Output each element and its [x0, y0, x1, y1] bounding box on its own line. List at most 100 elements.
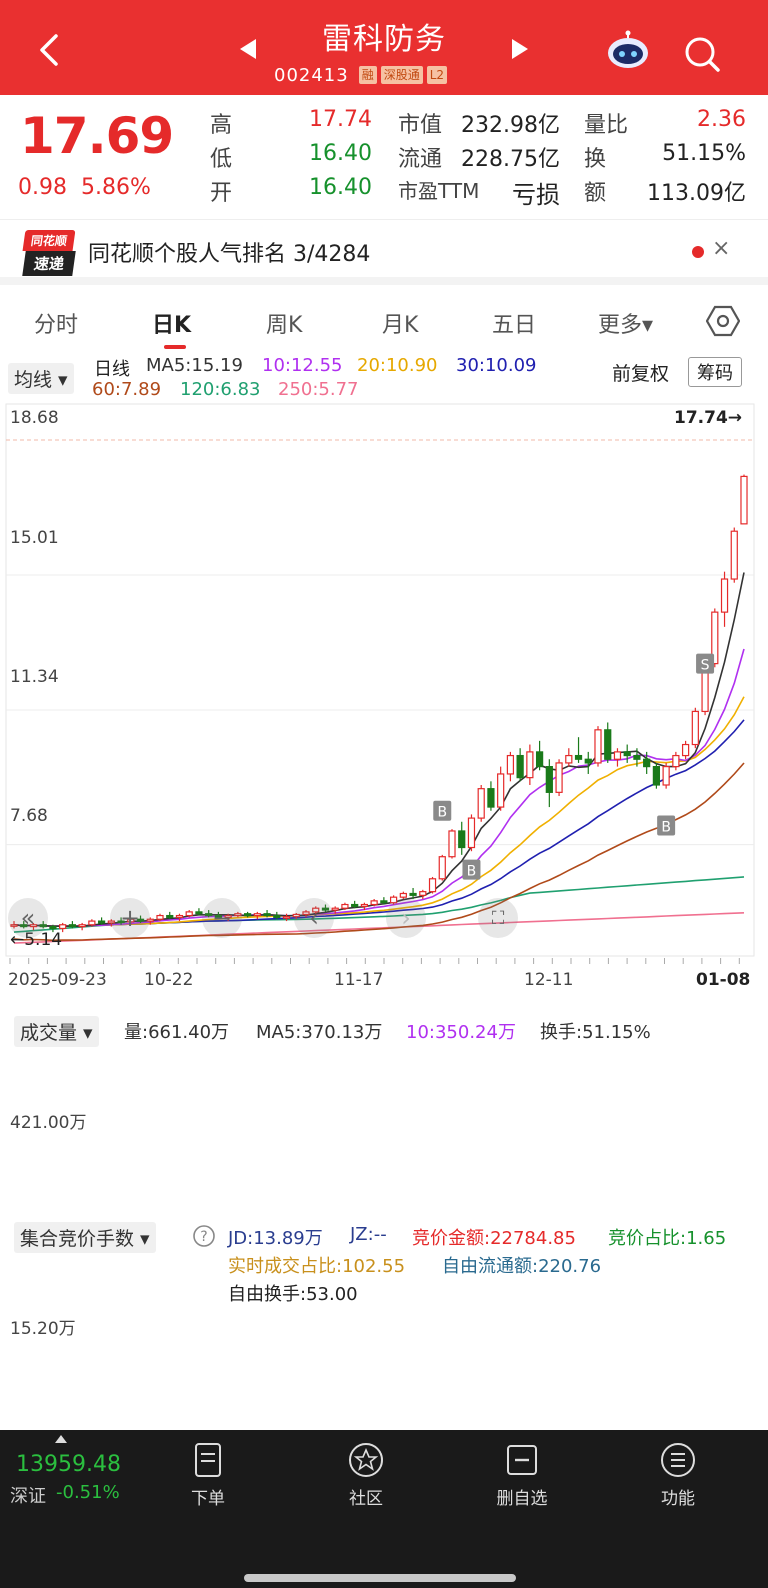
auction-jz: JZ:-- — [350, 1224, 387, 1245]
step-forward-icon[interactable]: › — [386, 898, 426, 938]
candle-body — [574, 754, 583, 760]
signal-marker: B — [657, 815, 676, 836]
tab-daily-k[interactable]: 日K — [152, 307, 191, 339]
auction-indicator-dropdown[interactable]: 集合竞价手数 ▾ — [14, 1222, 156, 1253]
candle-body — [263, 913, 271, 917]
ma5-value: MA5:15.19 — [146, 355, 243, 376]
index-name: 深证 — [10, 1486, 46, 1507]
candle-body — [370, 900, 378, 906]
candle-body — [166, 914, 174, 919]
candle-body — [720, 578, 729, 613]
candle-body — [438, 856, 446, 880]
scroll-left-icon[interactable]: « — [8, 898, 48, 938]
robot-assistant-icon[interactable] — [605, 30, 651, 70]
y-label-2: 15.01 — [10, 528, 59, 548]
low-value: 16.40 — [309, 141, 372, 166]
candle-body — [740, 475, 748, 525]
candle-body — [506, 754, 515, 775]
popularity-rank-banner[interactable]: 同花顺 速递 同花顺个股人气排名 3/4284 × — [0, 219, 768, 285]
expand-up-icon[interactable] — [54, 1434, 68, 1444]
high-value: 17.74 — [309, 107, 372, 132]
step-back-icon[interactable]: ‹ — [294, 898, 334, 938]
nav-order-label: 下单 — [191, 1489, 225, 1509]
turnover-value: 51.15% — [662, 141, 746, 166]
adjust-mode[interactable]: 前复权 — [612, 359, 669, 386]
x-label-4: 01-08 — [696, 970, 751, 990]
chips-button[interactable]: 筹码 — [688, 357, 742, 387]
volume-ma5: MA5:370.13万 — [256, 1022, 383, 1043]
chart-settings-icon[interactable] — [706, 304, 740, 338]
tab-more[interactable]: 更多▾ — [598, 307, 653, 339]
candle-body — [477, 788, 485, 819]
mktcap-label: 市值 — [398, 113, 443, 138]
volume-y-label: 421.00万 — [10, 1113, 87, 1133]
y-label-top: 18.68 — [10, 408, 59, 428]
auction-ratio: 竞价占比:1.65 — [608, 1228, 727, 1249]
y-label-4: 7.68 — [10, 806, 48, 826]
search-icon[interactable] — [682, 34, 722, 74]
nav-order[interactable]: 下单 — [168, 1440, 248, 1509]
candle-body — [97, 920, 106, 924]
svg-text:?: ? — [200, 1229, 207, 1245]
signal-marker: B — [462, 859, 481, 880]
kline-label: 日线 — [94, 359, 130, 380]
candle-body — [643, 758, 651, 768]
ma60-value: 60:7.89 — [92, 379, 162, 400]
candle-body — [399, 892, 407, 898]
auction-y-label: 15.20万 — [10, 1319, 76, 1339]
tab-monthly-k[interactable]: 月K — [382, 307, 418, 339]
fullscreen-icon[interactable]: ⛶ — [478, 898, 518, 938]
nav-functions[interactable]: 功能 — [638, 1440, 718, 1509]
tab-weekly-k[interactable]: 周K — [266, 307, 302, 339]
turnover-label: 换 — [584, 147, 607, 172]
candle-body — [253, 913, 261, 917]
auction-jd: JD:13.89万 — [228, 1228, 323, 1249]
signal-marker: B — [433, 800, 452, 821]
candle-body — [487, 788, 495, 808]
signal-badge — [657, 815, 676, 836]
level2-tag: L2 — [426, 66, 448, 84]
candle-body — [78, 924, 86, 928]
auction-amount: 竞价金额:22784.85 — [412, 1228, 576, 1249]
nav-remove-watchlist[interactable]: 删自选 — [482, 1440, 562, 1509]
connect-tag: 深股通 — [380, 66, 423, 84]
candle-body — [497, 773, 505, 808]
indicator-dropdown[interactable]: 均线 ▾ — [8, 363, 74, 394]
menu-circle-icon — [661, 1443, 695, 1477]
close-icon[interactable]: × — [712, 236, 730, 261]
zoom-out-icon[interactable]: − — [202, 898, 242, 938]
volume-ma10: 10:350.24万 — [406, 1022, 516, 1043]
open-label: 开 — [210, 181, 233, 206]
candle-body — [282, 916, 291, 919]
candle-body — [691, 710, 699, 746]
nav-remove-watchlist-label: 删自选 — [496, 1489, 548, 1509]
ma120-value: 120:6.83 — [180, 379, 261, 400]
candle-body — [672, 754, 680, 768]
ma-legend-row: 均线 ▾ 日线 MA5:15.19 10:12.55 20:10.90 30:1… — [0, 353, 768, 403]
volume-value: 量:661.40万 — [124, 1022, 230, 1043]
index-value[interactable]: 13959.48 — [16, 1452, 121, 1477]
signal-label: S — [701, 658, 710, 674]
remove-square-icon — [507, 1445, 537, 1475]
candle-body — [448, 830, 456, 858]
float-value: 228.75亿 — [461, 147, 560, 172]
ma10-line — [13, 648, 745, 928]
tab-five-day[interactable]: 五日 — [492, 307, 536, 339]
signal-label: B — [437, 805, 447, 821]
candle-body — [652, 766, 661, 786]
signal-label: B — [661, 819, 671, 835]
home-indicator — [244, 1574, 516, 1582]
open-value: 16.40 — [309, 175, 372, 200]
signal-label: B — [467, 864, 477, 880]
volume-indicator-dropdown[interactable]: 成交量 ▾ — [14, 1016, 99, 1047]
volratio-value: 2.36 — [697, 107, 746, 132]
help-icon[interactable]: ? — [192, 1224, 216, 1248]
tab-intraday[interactable]: 分时 — [34, 307, 78, 339]
tonghuashun-logo: 同花顺 速递 — [22, 230, 76, 276]
x-label-2: 11-17 — [334, 970, 384, 990]
nav-community[interactable]: 社区 — [326, 1440, 406, 1509]
low-label: 低 — [210, 147, 233, 172]
zoom-in-icon[interactable]: + — [110, 898, 150, 938]
candle-body — [156, 914, 164, 920]
next-stock-icon[interactable] — [506, 36, 532, 62]
